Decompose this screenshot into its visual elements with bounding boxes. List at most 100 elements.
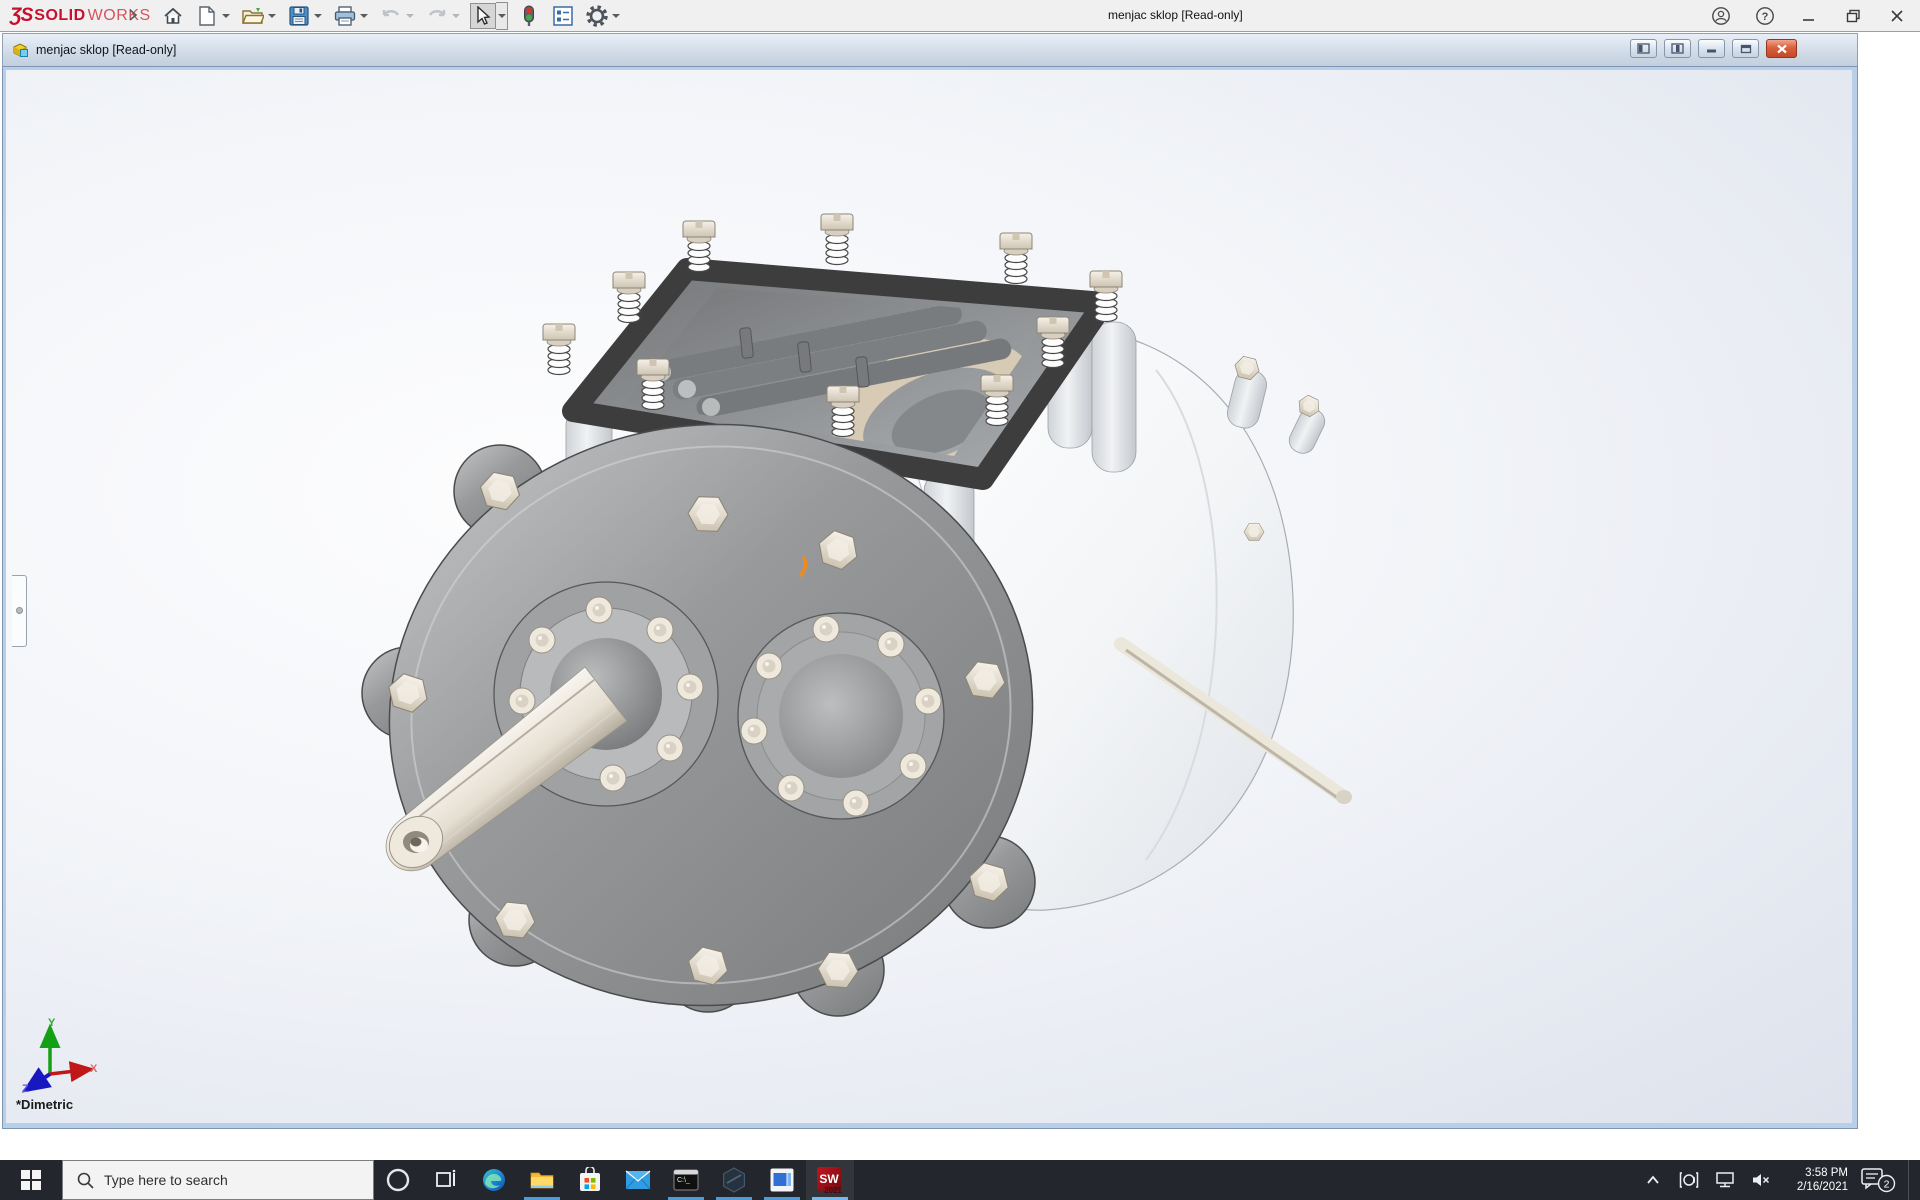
- x-axis-label: X: [90, 1063, 98, 1075]
- doc-minimize-button[interactable]: [1698, 39, 1725, 58]
- rebuild-button[interactable]: [516, 3, 542, 29]
- restore-icon: [1846, 9, 1860, 23]
- help-button[interactable]: ?: [1750, 3, 1780, 29]
- taskbar-item-mail[interactable]: [614, 1160, 662, 1200]
- select-tool-button[interactable]: [470, 3, 496, 29]
- app-title: menjac sklop [Read-only]: [1108, 8, 1243, 22]
- save-dropdown[interactable]: [312, 3, 324, 29]
- search-placeholder: Type here to search: [104, 1172, 228, 1188]
- tray-clock[interactable]: 3:58 PM 2/16/2021: [1784, 1166, 1848, 1194]
- volume-muted-icon: [1753, 1174, 1770, 1186]
- new-dropdown[interactable]: [220, 3, 232, 29]
- gear-icon: [586, 5, 608, 27]
- taskbar-item-solidworks[interactable]: SW 2021: [806, 1160, 854, 1200]
- windows-logo-icon: [21, 1170, 41, 1190]
- toggle-split-pane-button[interactable]: [1664, 39, 1691, 58]
- logo-text-works: WORKS: [87, 7, 151, 24]
- close-button[interactable]: [1882, 3, 1912, 29]
- assembly-icon: [13, 42, 28, 57]
- tray-volume-button[interactable]: [1748, 1160, 1774, 1200]
- undo-dropdown[interactable]: [404, 3, 416, 29]
- hexagon-app-icon: [722, 1167, 745, 1193]
- taskbar-item-cortana[interactable]: [374, 1160, 422, 1200]
- open-dropdown[interactable]: [266, 3, 278, 29]
- chevron-up-icon: [1647, 1175, 1659, 1184]
- restore-button[interactable]: [1838, 3, 1868, 29]
- app-titlebar: ƷS SOLID WORKS menjac sklop [Read-only] …: [0, 0, 1920, 32]
- open-button[interactable]: [240, 3, 266, 29]
- save-button[interactable]: [286, 3, 312, 29]
- meet-now-icon: [1679, 1172, 1699, 1188]
- minimize-button[interactable]: [1794, 3, 1824, 29]
- print-button[interactable]: [332, 3, 358, 29]
- svg-text:?: ?: [1762, 11, 1769, 23]
- taskbar-item-edge[interactable]: [470, 1160, 518, 1200]
- media-app-icon: [770, 1168, 794, 1192]
- doc-minimize-icon: [1707, 49, 1716, 53]
- home-icon: [164, 7, 182, 24]
- ethernet-icon: [1716, 1172, 1734, 1188]
- pane-split-icon: [1671, 43, 1684, 54]
- z-axis-arrow: [22, 1067, 52, 1093]
- system-tray: 3:58 PM 2/16/2021 2: [1640, 1160, 1920, 1200]
- taskbar-item-file-explorer[interactable]: [518, 1160, 566, 1200]
- y-axis-label: Y: [48, 1017, 56, 1029]
- toolbar-expand-icon[interactable]: [128, 8, 138, 22]
- help-icon: ?: [1756, 7, 1774, 25]
- taskbar-search-input[interactable]: Type here to search: [62, 1160, 374, 1200]
- redo-button[interactable]: [424, 3, 450, 29]
- tray-network-button[interactable]: [1712, 1160, 1738, 1200]
- show-desktop-button[interactable]: [1908, 1160, 1916, 1200]
- options-dropdown[interactable]: [610, 3, 622, 29]
- toggle-left-pane-button[interactable]: [1630, 39, 1657, 58]
- notification-icon: 2: [1861, 1168, 1896, 1193]
- reference-triad[interactable]: Y X Z: [20, 1016, 120, 1096]
- print-dropdown[interactable]: [358, 3, 370, 29]
- edge-icon: [483, 1169, 505, 1191]
- new-document-button[interactable]: [194, 3, 220, 29]
- account-button[interactable]: [1706, 3, 1736, 29]
- svg-text:2021: 2021: [824, 1186, 842, 1194]
- file-properties-button[interactable]: [550, 3, 576, 29]
- tray-date: 2/16/2021: [1796, 1181, 1848, 1193]
- pane-left-icon: [1637, 43, 1650, 54]
- taskbar-item-microsoft-store[interactable]: [566, 1160, 614, 1200]
- doc-close-button[interactable]: [1766, 39, 1797, 58]
- gearbox-3d-model[interactable]: [6, 70, 1852, 1123]
- start-button[interactable]: [0, 1160, 62, 1200]
- task-view-icon: [436, 1169, 456, 1187]
- document-window-controls: [1630, 39, 1797, 58]
- undo-button[interactable]: [378, 3, 404, 29]
- save-icon: [289, 6, 309, 26]
- graphics-area[interactable]: Y X Z *Dimetric: [6, 70, 1852, 1123]
- cortana-icon: [386, 1168, 410, 1192]
- ds-logo-mark: ƷS: [10, 5, 33, 26]
- search-icon: [77, 1172, 94, 1189]
- notification-center-button[interactable]: 2: [1858, 1160, 1898, 1200]
- command-prompt-icon: C:\_: [673, 1169, 699, 1191]
- document-titlebar: menjac sklop [Read-only]: [2, 33, 1858, 66]
- mail-icon: [625, 1170, 651, 1190]
- taskbar-item-hexagon-app[interactable]: [710, 1160, 758, 1200]
- feature-pane-flyout-tab[interactable]: [12, 575, 27, 647]
- options-button[interactable]: [584, 3, 610, 29]
- select-cursor-icon: [477, 6, 491, 25]
- taskbar-item-media-app[interactable]: [758, 1160, 806, 1200]
- taskbar-item-command-prompt[interactable]: C:\_: [662, 1160, 710, 1200]
- redo-dropdown[interactable]: [450, 3, 462, 29]
- select-dropdown[interactable]: [496, 2, 508, 30]
- taskbar: Type here to search C:\_ SW 2021 3:58 PM…: [0, 1160, 1920, 1200]
- document-title: menjac sklop [Read-only]: [36, 43, 177, 57]
- tray-meet-now-button[interactable]: [1676, 1160, 1702, 1200]
- logo-text-solid: SOLID: [34, 7, 86, 24]
- traffic-light-icon: [524, 5, 534, 26]
- open-folder-icon: [242, 8, 264, 24]
- minimize-icon: [1803, 19, 1814, 21]
- tray-chevron-button[interactable]: [1640, 1160, 1666, 1200]
- microsoft-store-icon: [580, 1167, 600, 1191]
- x-axis-arrow: [49, 1061, 95, 1083]
- file-explorer-icon: [530, 1172, 554, 1189]
- doc-restore-button[interactable]: [1732, 39, 1759, 58]
- home-button[interactable]: [160, 3, 186, 29]
- taskbar-item-task-view[interactable]: [422, 1160, 470, 1200]
